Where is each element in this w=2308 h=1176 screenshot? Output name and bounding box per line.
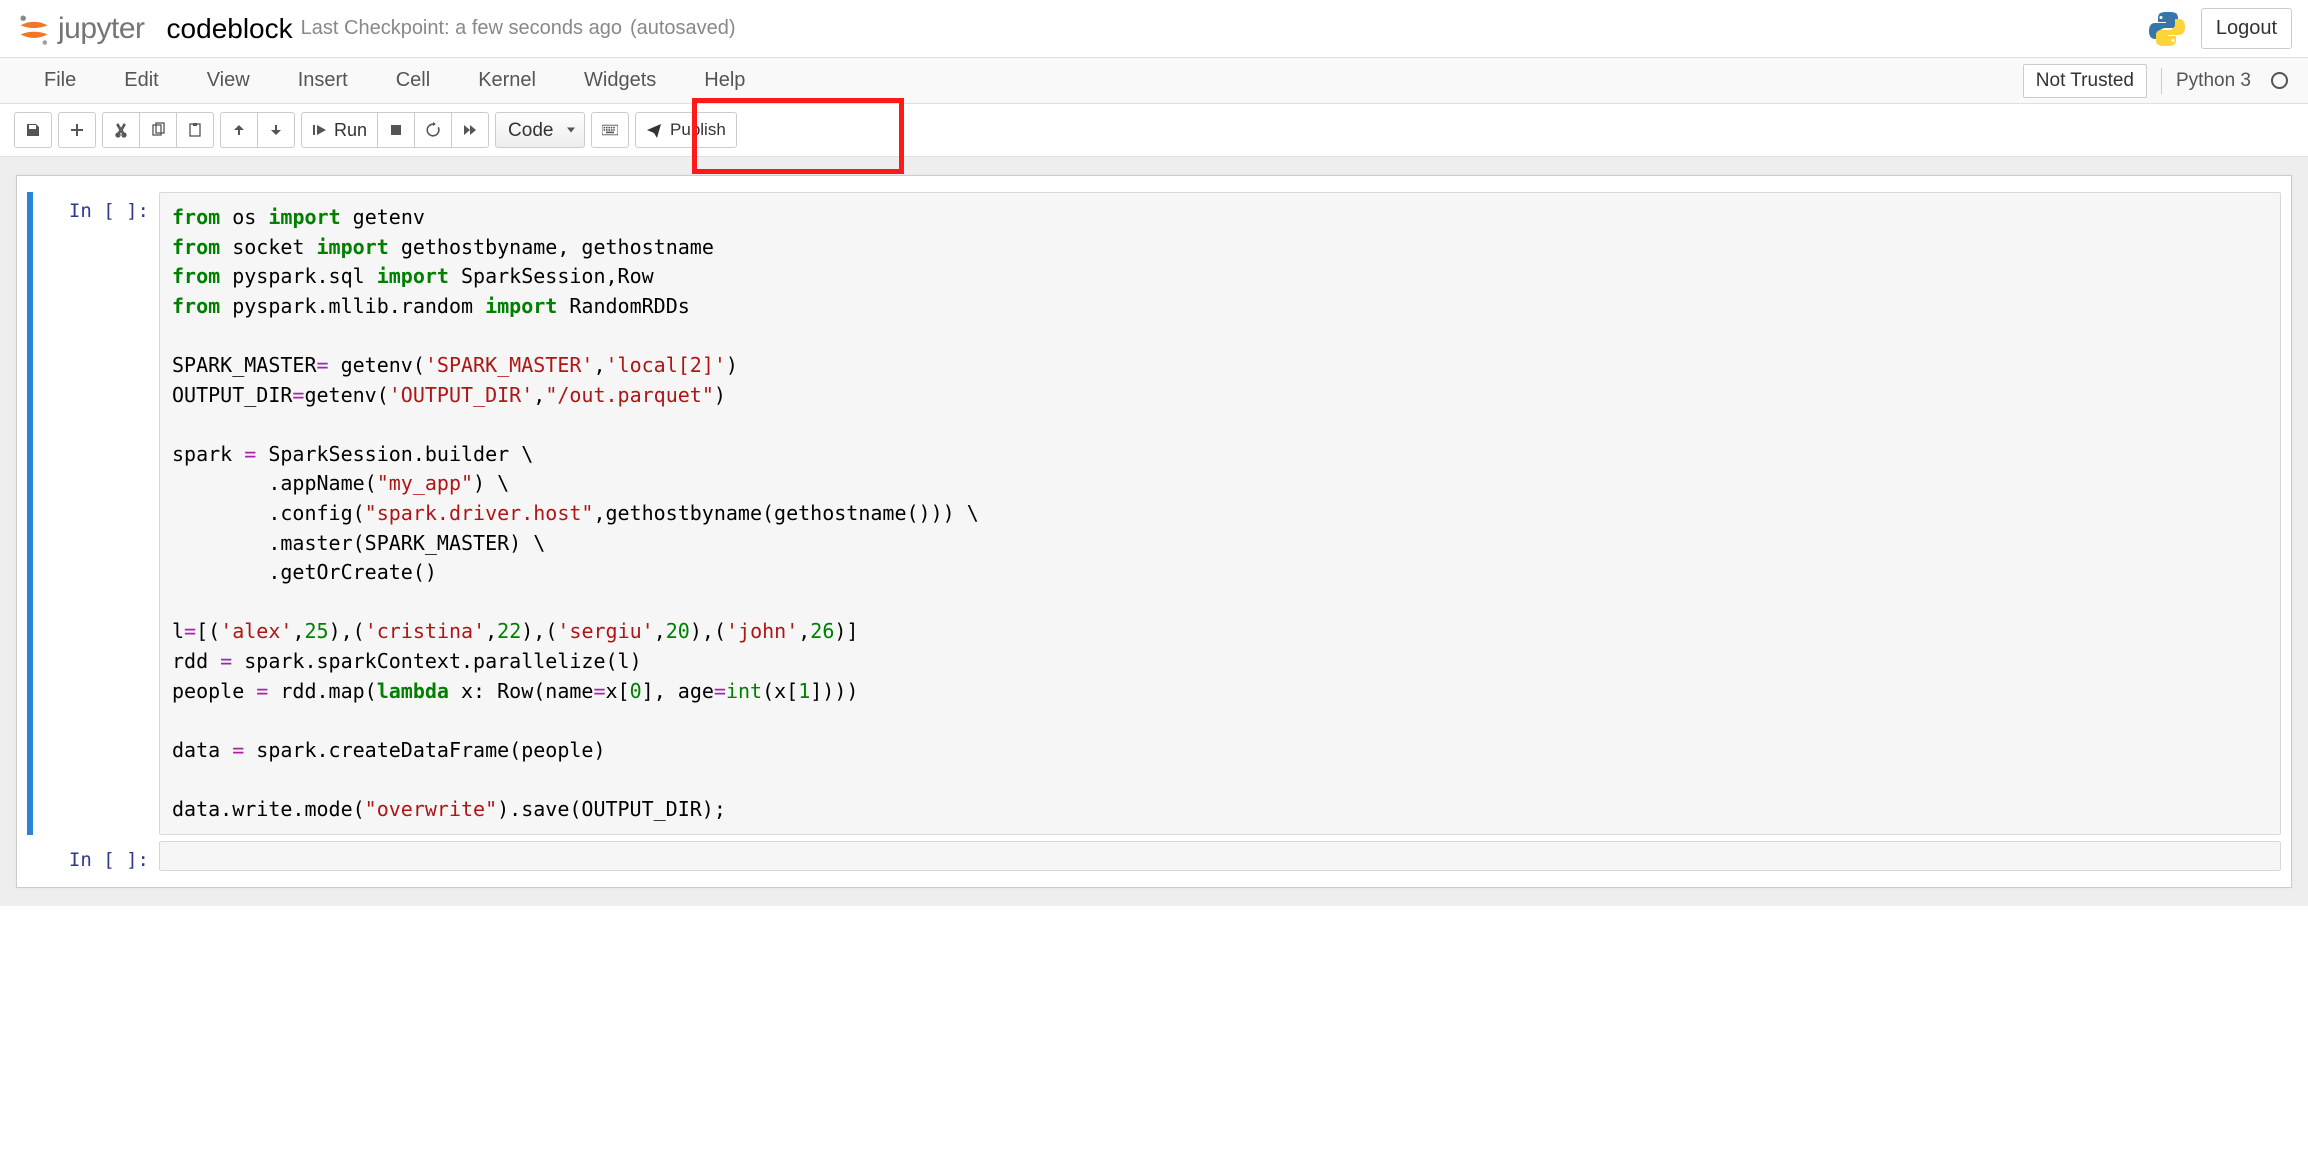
- menu-cell[interactable]: Cell: [372, 59, 454, 102]
- notebook-container: In [ ]: from os import getenv from socke…: [16, 175, 2292, 888]
- copy-icon: [150, 122, 166, 138]
- menu-widgets[interactable]: Widgets: [560, 59, 680, 102]
- kernel-name[interactable]: Python 3: [2176, 70, 2251, 92]
- restart-icon: [425, 122, 441, 138]
- code-input[interactable]: from os import getenv from socket import…: [159, 192, 2281, 835]
- notebook-content: In [ ]: from os import getenv from socke…: [0, 157, 2308, 906]
- plus-icon: [69, 122, 85, 138]
- menu-help[interactable]: Help: [680, 59, 769, 102]
- move-up-button[interactable]: [220, 112, 258, 148]
- jupyter-logo[interactable]: jupyter: [16, 11, 145, 47]
- fast-forward-icon: [462, 122, 478, 138]
- code-cell[interactable]: In [ ]:: [27, 841, 2281, 871]
- logout-button[interactable]: Logout: [2201, 8, 2292, 49]
- restart-run-all-button[interactable]: [451, 112, 489, 148]
- notebook-name[interactable]: codeblock: [167, 13, 293, 45]
- checkpoint-text: Last Checkpoint: a few seconds ago: [301, 17, 622, 40]
- keyboard-icon: [602, 122, 618, 138]
- cell-prompt: In [ ]:: [33, 192, 159, 835]
- insert-cell-button[interactable]: [58, 112, 96, 148]
- restart-button[interactable]: [414, 112, 452, 148]
- save-icon: [25, 122, 41, 138]
- arrow-down-icon: [268, 122, 284, 138]
- menu-view[interactable]: View: [183, 59, 274, 102]
- python-icon: [2147, 9, 2187, 49]
- menu-file[interactable]: File: [20, 59, 100, 102]
- arrow-up-icon: [231, 122, 247, 138]
- publish-button[interactable]: Publish: [635, 112, 737, 148]
- stop-icon: [388, 122, 404, 138]
- run-icon: [312, 122, 328, 138]
- notebook-header: jupyter codeblock Last Checkpoint: a few…: [0, 0, 2308, 58]
- menu-edit[interactable]: Edit: [100, 59, 182, 102]
- run-button[interactable]: Run: [301, 112, 378, 148]
- interrupt-button[interactable]: [377, 112, 415, 148]
- save-button[interactable]: [14, 112, 52, 148]
- divider: [2161, 68, 2162, 94]
- cell-prompt: In [ ]:: [33, 841, 159, 871]
- jupyter-logo-text: jupyter: [58, 12, 145, 46]
- menubar: File Edit View Insert Cell Kernel Widget…: [0, 58, 2308, 104]
- cut-button[interactable]: [102, 112, 140, 148]
- paper-plane-icon: [646, 122, 662, 138]
- celltype-select[interactable]: Code: [495, 112, 585, 148]
- kernel-indicator-icon: [2271, 72, 2288, 89]
- move-down-button[interactable]: [257, 112, 295, 148]
- jupyter-icon: [16, 11, 52, 47]
- menu-kernel[interactable]: Kernel: [454, 59, 560, 102]
- code-cell[interactable]: In [ ]: from os import getenv from socke…: [27, 192, 2281, 835]
- paste-button[interactable]: [176, 112, 214, 148]
- menu-insert[interactable]: Insert: [274, 59, 372, 102]
- copy-button[interactable]: [139, 112, 177, 148]
- autosave-text: (autosaved): [630, 17, 736, 40]
- command-palette-button[interactable]: [591, 112, 629, 148]
- scissors-icon: [113, 122, 129, 138]
- not-trusted-badge[interactable]: Not Trusted: [2023, 64, 2147, 98]
- paste-icon: [187, 122, 203, 138]
- toolbar: Run Code Publish: [0, 104, 2308, 157]
- code-input[interactable]: [159, 841, 2281, 871]
